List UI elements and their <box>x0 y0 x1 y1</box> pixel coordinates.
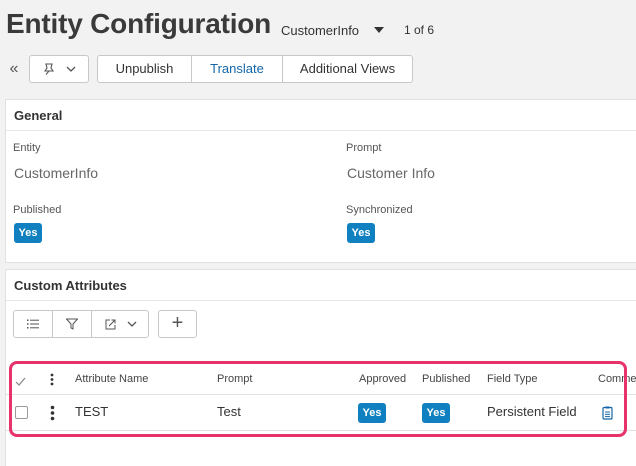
pin-menu-button[interactable] <box>29 55 89 83</box>
column-header-prompt[interactable]: Prompt <box>217 373 252 385</box>
chevron-down-icon <box>66 66 76 72</box>
record-count: 1 of 6 <box>404 23 435 37</box>
pin-icon <box>43 63 55 75</box>
cell-prompt[interactable]: Test <box>217 404 241 419</box>
translate-button[interactable]: Translate <box>191 55 283 83</box>
record-selector[interactable]: CustomerInfo <box>281 23 359 38</box>
list-icon <box>27 319 39 329</box>
cell-approved-badge: Yes <box>358 403 386 423</box>
column-header-approved[interactable]: Approved <box>359 373 406 385</box>
comment-icon[interactable] <box>602 406 613 420</box>
unpublish-button[interactable]: Unpublish <box>97 55 192 83</box>
column-chooser-button[interactable] <box>14 311 52 337</box>
add-row-button[interactable]: + <box>158 310 197 338</box>
custom-attributes-header: Custom Attributes <box>6 270 636 301</box>
general-panel: General Entity CustomerInfo Prompt Custo… <box>6 100 636 262</box>
cell-attribute-name[interactable]: TEST <box>75 404 108 419</box>
custom-attributes-panel: Custom Attributes <box>6 270 636 466</box>
header-kebab-icon[interactable] <box>50 373 54 386</box>
entity-label: Entity <box>13 142 41 154</box>
cell-field-type[interactable]: Persistent Field <box>487 404 577 419</box>
published-badge: Yes <box>14 223 42 243</box>
general-panel-title: General <box>14 108 63 123</box>
synchronized-label: Synchronized <box>346 204 413 216</box>
export-icon <box>105 319 116 330</box>
prompt-value: Customer Info <box>347 165 435 181</box>
filter-icon <box>66 318 78 330</box>
export-menu-button[interactable] <box>92 311 148 337</box>
column-header-field-type[interactable]: Field Type <box>487 373 538 385</box>
grid-toolbar <box>13 310 149 338</box>
synchronized-badge: Yes <box>347 223 375 243</box>
custom-attributes-title: Custom Attributes <box>14 278 127 293</box>
row-kebab-icon[interactable] <box>50 405 55 421</box>
chevron-down-icon <box>127 321 137 327</box>
entity-value: CustomerInfo <box>14 165 99 181</box>
column-header-comments[interactable]: Comme <box>598 373 636 385</box>
page-title: Entity Configuration <box>6 8 272 39</box>
cell-published-badge: Yes <box>422 403 450 423</box>
plus-icon: + <box>171 312 184 334</box>
published-label: Published <box>13 204 62 216</box>
prompt-label: Prompt <box>346 142 382 154</box>
record-selector-caret-icon[interactable] <box>374 27 384 33</box>
row-divider <box>6 430 636 431</box>
row-checkbox[interactable] <box>15 406 28 419</box>
column-header-published[interactable]: Published <box>422 373 470 385</box>
additional-views-button[interactable]: Additional Views <box>282 55 413 83</box>
select-all-checkmark-icon[interactable] <box>15 377 26 386</box>
general-panel-header: General <box>6 100 636 131</box>
column-header-attribute-name[interactable]: Attribute Name <box>75 373 148 385</box>
filter-button[interactable] <box>53 311 91 337</box>
collapse-double-chevron-icon[interactable]: « <box>6 58 22 80</box>
